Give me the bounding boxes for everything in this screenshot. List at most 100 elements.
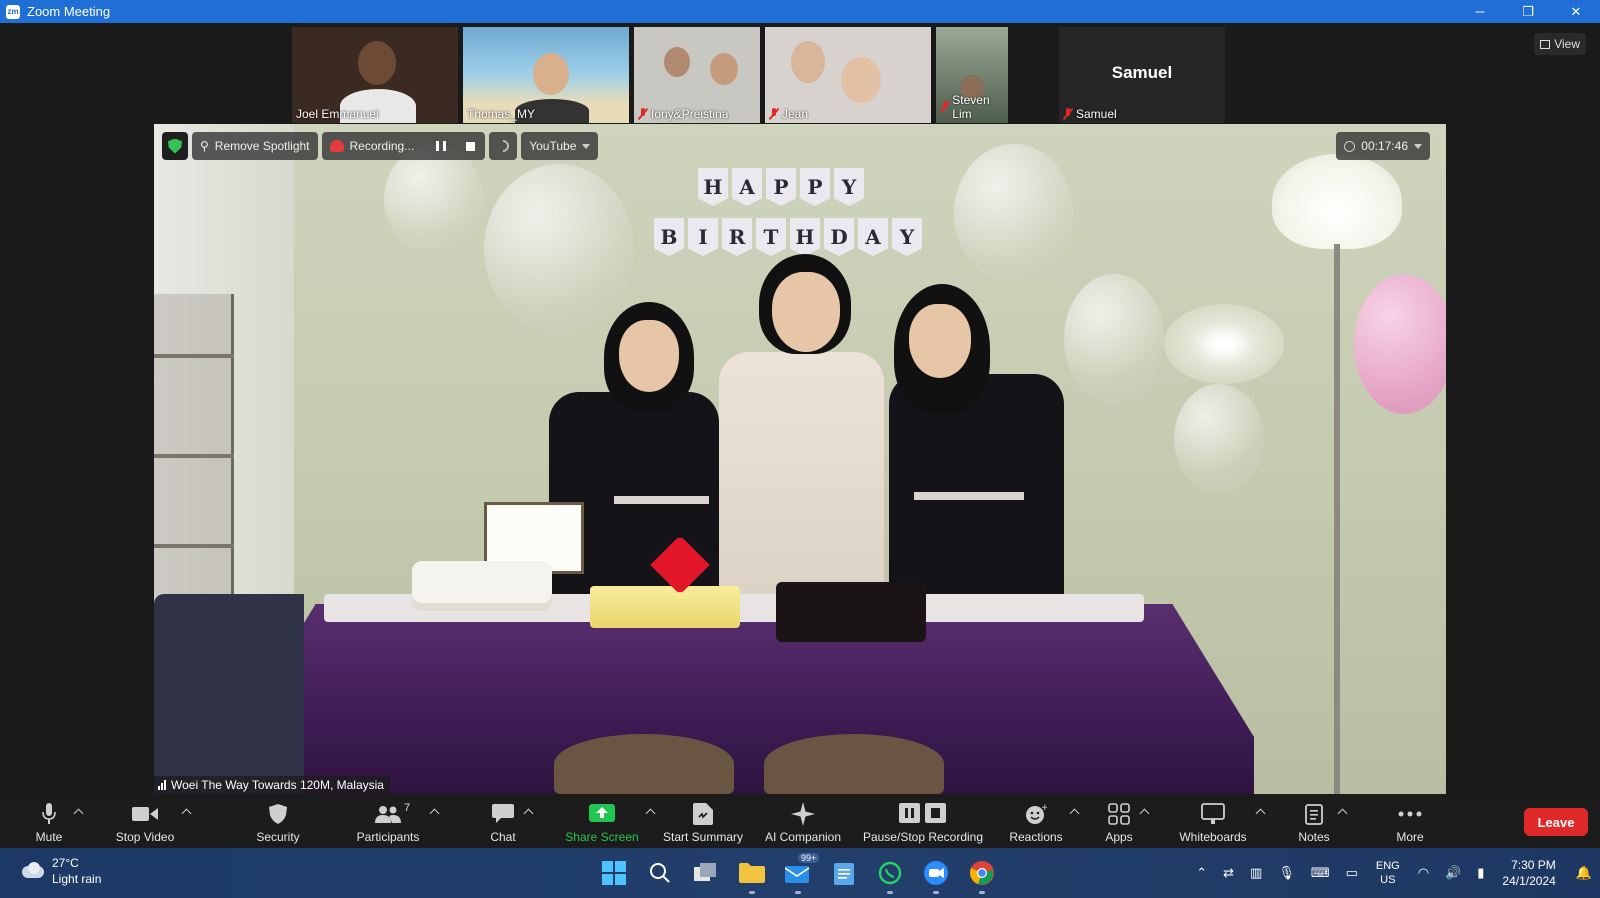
notepad-button[interactable]	[828, 857, 860, 889]
pause-stop-recording-button[interactable]: Pause/Stop Recording	[860, 798, 986, 846]
start-button[interactable]	[598, 857, 630, 889]
start-summary-button[interactable]: Start Summary	[660, 798, 746, 846]
battery-icon[interactable]: ▮	[1477, 865, 1484, 881]
whiteboards-label: Whiteboards	[1179, 830, 1247, 844]
balloon	[384, 144, 484, 254]
balloon	[1174, 384, 1264, 494]
whatsapp-button[interactable]	[874, 857, 906, 894]
encryption-shield-button[interactable]	[162, 132, 188, 160]
input-language-indicator[interactable]: ENG US	[1376, 859, 1400, 887]
mail-button[interactable]: 99+	[782, 853, 820, 894]
taskbar-search-button[interactable]	[644, 857, 676, 889]
zoom-taskbar-button[interactable]	[920, 857, 952, 894]
restore-button[interactable]: ❐	[1504, 0, 1552, 23]
person-right-face	[909, 304, 971, 378]
display-icon[interactable]: ▭	[1346, 865, 1358, 881]
notes-button[interactable]: Notes	[1296, 798, 1348, 846]
lamp-glow	[1164, 304, 1284, 384]
pause-stop-recording-label: Pause/Stop Recording	[862, 830, 984, 844]
close-button[interactable]: ✕	[1552, 0, 1600, 23]
apps-button[interactable]: Apps	[1104, 798, 1150, 846]
active-speaker-namecard: Woei The Way Towards 120M, Malaysia	[154, 776, 390, 794]
microphone-tray-icon[interactable]: 🎙	[1278, 865, 1295, 881]
participant-name: Jean	[782, 107, 809, 121]
start-summary-label: Start Summary	[662, 830, 743, 844]
reactions-button[interactable]: + Reactions	[1008, 798, 1080, 846]
tray-app-icon[interactable]: ⇄	[1223, 865, 1234, 881]
video-camera-icon	[132, 801, 158, 827]
stop-video-button[interactable]: Stop Video	[114, 798, 192, 846]
participant-tile-samuel[interactable]: Samuel Samuel	[1059, 27, 1225, 123]
minimize-button[interactable]: ─	[1456, 0, 1504, 23]
whatsapp-icon	[878, 861, 902, 885]
white-cake	[412, 561, 552, 611]
chevron-up-icon[interactable]	[73, 808, 84, 819]
participant-head	[664, 47, 690, 77]
wifi-icon[interactable]: ◠	[1418, 865, 1429, 881]
whiteboards-button[interactable]: Whiteboards	[1176, 798, 1266, 846]
ai-companion-button[interactable]: AI Companion	[762, 798, 844, 846]
share-screen-button[interactable]: Share Screen	[564, 798, 656, 846]
show-hidden-icons-chevron-icon[interactable]: ⌃	[1196, 865, 1207, 881]
pin-icon: ⚲	[200, 139, 209, 153]
chrome-button[interactable]	[966, 857, 998, 894]
chat-button[interactable]: Chat	[488, 798, 534, 846]
view-button[interactable]: View	[1534, 33, 1586, 55]
participant-name: Steven Lim	[952, 93, 990, 121]
mute-button[interactable]: Mute	[30, 798, 84, 846]
participants-button[interactable]: 7 Participants	[352, 798, 440, 846]
notification-bell-icon[interactable]: 🔔	[1576, 865, 1592, 881]
remove-spotlight-button[interactable]: ⚲ Remove Spotlight	[192, 132, 318, 160]
spotlight-video[interactable]: H A P P Y B I R T H D A Y ⚲ Remove Spotl…	[154, 124, 1446, 794]
party-table	[234, 604, 1254, 794]
apps-label: Apps	[1105, 830, 1133, 844]
windows-taskbar: 27°C Light rain 99+ ⌃ ⇄ ▥ 🎙 ⌨ ▭ ENG US ◠…	[0, 848, 1600, 898]
recording-indicator[interactable]: Recording...	[321, 132, 486, 160]
pause-recording-icon[interactable]	[436, 141, 447, 151]
chevron-up-icon[interactable]	[1337, 808, 1348, 819]
balloon	[1064, 274, 1164, 404]
folder-icon	[739, 863, 765, 883]
tray-app-icon[interactable]: ▥	[1250, 865, 1262, 881]
meeting-timer[interactable]: 00:17:46	[1336, 132, 1430, 160]
weather-widget[interactable]: 27°C Light rain	[22, 855, 101, 887]
participants-label: Participants	[356, 830, 420, 844]
participant-tile-iony[interactable]: Iony&Preistina	[634, 27, 760, 123]
live-target-dropdown[interactable]: YouTube	[521, 132, 599, 160]
taskbar-clock[interactable]: 7:30 PM 24/1/2024	[1502, 857, 1555, 889]
more-dots-icon	[1398, 801, 1422, 827]
caret-down-icon	[582, 143, 591, 149]
participant-tile-steven[interactable]: Steven Lim	[936, 27, 1008, 123]
chevron-up-icon[interactable]	[1139, 808, 1150, 819]
participant-head	[841, 57, 881, 103]
chevron-up-icon[interactable]	[645, 808, 656, 819]
file-explorer-button[interactable]	[736, 857, 768, 894]
sparkle-icon	[791, 801, 815, 827]
chevron-up-icon[interactable]	[181, 808, 192, 819]
participant-tile-jean[interactable]: Jean	[765, 27, 931, 123]
chevron-up-icon[interactable]	[1255, 808, 1266, 819]
volume-icon[interactable]: 🔊	[1445, 865, 1461, 881]
stop-recording-icon[interactable]	[466, 141, 476, 151]
task-view-button[interactable]	[690, 857, 722, 889]
live-stream-button[interactable]	[489, 132, 518, 160]
mic-muted-icon	[1063, 108, 1073, 120]
chevron-up-icon[interactable]	[1069, 808, 1080, 819]
security-button[interactable]: Security	[252, 798, 304, 846]
banner-letter: P	[766, 168, 796, 206]
pink-balloon	[1354, 274, 1446, 414]
leave-button[interactable]: Leave	[1524, 808, 1588, 836]
happy-birthday-banner: H A P P Y B I R T H D A Y	[654, 144, 974, 264]
more-button[interactable]: More	[1392, 798, 1428, 846]
chevron-up-icon[interactable]	[523, 808, 534, 819]
participant-big-name: Samuel	[1111, 63, 1173, 82]
keyboard-icon[interactable]: ⌨	[1311, 865, 1330, 881]
chevron-up-icon[interactable]	[429, 808, 440, 819]
participant-tile-joel[interactable]: Joel Emmanuel	[292, 27, 458, 123]
banner-letter: I	[688, 218, 718, 256]
participant-tile-thomas[interactable]: Thomas_MY	[463, 27, 629, 123]
task-view-icon	[694, 863, 716, 881]
floor-lamp-pole	[1334, 244, 1340, 794]
person-right-belt	[914, 492, 1024, 500]
clock-time: 7:30 PM	[1511, 858, 1556, 872]
